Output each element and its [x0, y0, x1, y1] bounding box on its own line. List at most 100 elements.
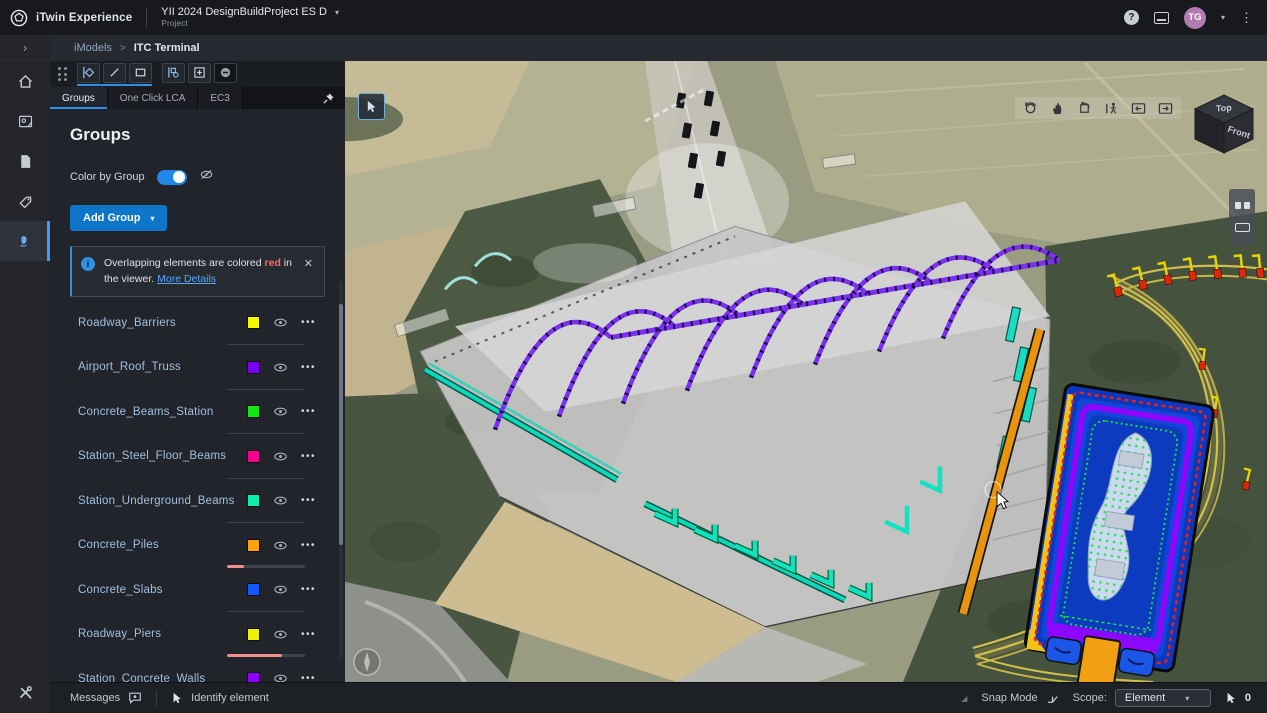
add-group-button[interactable]: Add Group ▾ [70, 205, 167, 231]
tab-groups[interactable]: Groups [50, 87, 108, 109]
more-options-icon[interactable]: ••• [301, 362, 316, 373]
group-row[interactable]: Roadway_Piers ••• [70, 612, 325, 657]
remove-from-group-tool-button[interactable] [214, 63, 237, 83]
color-by-group-toggle[interactable] [157, 170, 187, 185]
orbit-tool-button[interactable] [1023, 101, 1038, 116]
group-row[interactable]: Concrete_Piles ••• [70, 523, 325, 568]
group-color-swatch[interactable] [247, 539, 260, 552]
snap-mode-control[interactable]: Snap Mode [981, 692, 1058, 705]
group-color-swatch[interactable] [247, 672, 260, 682]
eye-icon[interactable] [273, 315, 288, 330]
fit-view-tool-button[interactable] [1077, 101, 1092, 116]
group-name: Station_Underground_Beams [78, 495, 247, 507]
viewer-canvas[interactable]: Top Front [345, 61, 1267, 682]
add-to-group-tool-button[interactable] [188, 63, 211, 83]
tools-icon [17, 684, 34, 701]
eye-icon[interactable] [273, 582, 288, 597]
group-elements-tool-button[interactable] [162, 63, 185, 83]
eye-icon[interactable] [273, 538, 288, 553]
eye-icon[interactable] [273, 404, 288, 419]
group-color-swatch[interactable] [247, 405, 260, 418]
avatar[interactable]: TG [1184, 7, 1206, 29]
more-options-icon[interactable]: ••• [301, 495, 316, 506]
add-group-caret-icon[interactable]: ▾ [150, 214, 154, 223]
breadcrumb-imodels[interactable]: iModels [74, 42, 112, 54]
group-color-swatch[interactable] [247, 494, 260, 507]
select-element-tool-button[interactable] [358, 93, 385, 120]
group-row[interactable]: Station_Steel_Floor_Beams ••• [70, 434, 325, 479]
more-options-icon[interactable]: ••• [301, 673, 316, 682]
group-color-swatch[interactable] [247, 361, 260, 374]
more-options-icon[interactable]: ••• [301, 629, 316, 640]
chevron-down-icon[interactable]: ▾ [335, 8, 339, 17]
rectangle-tool-button[interactable] [129, 63, 152, 83]
group-row[interactable]: Roadway_Barriers ••• [70, 301, 325, 346]
pan-tool-button[interactable] [1050, 101, 1065, 116]
eye-icon[interactable] [273, 627, 288, 642]
group-row[interactable]: Concrete_Slabs ••• [70, 568, 325, 613]
group-row[interactable]: Station_Concrete_Walls ••• [70, 657, 325, 682]
itwin-logo-icon [10, 9, 28, 27]
sidebar-item-carbon-reporting[interactable] [0, 221, 50, 261]
view-undo-button[interactable] [1131, 101, 1146, 116]
group-row[interactable]: Airport_Roof_Truss ••• [70, 345, 325, 390]
pin-panel-button[interactable] [322, 87, 345, 109]
help-icon[interactable]: ? [1124, 10, 1139, 25]
scrollbar-thumb[interactable] [339, 304, 343, 545]
account-chevron-icon[interactable]: ▾ [1221, 13, 1225, 22]
view-cube[interactable]: Top Front [1187, 89, 1261, 159]
eye-icon[interactable] [273, 360, 288, 375]
more-options-icon[interactable]: ••• [301, 317, 316, 328]
snap-mode-icon [1046, 692, 1059, 705]
identify-element-prompt[interactable]: Identify element [171, 692, 269, 704]
aerial-3d-scene [345, 61, 1267, 682]
more-details-link[interactable]: More Details [157, 273, 216, 285]
rail-expand-button[interactable]: › [0, 35, 50, 61]
view-redo-button[interactable] [1158, 101, 1173, 116]
cube-top-label[interactable]: Top [1216, 102, 1233, 113]
group-row[interactable]: Station_Underground_Beams ••• [70, 479, 325, 524]
layers-icon[interactable] [1235, 202, 1250, 209]
color-by-group-label: Color by Group [70, 171, 145, 183]
selection-cursor-icon [1225, 692, 1237, 704]
eye-icon[interactable] [273, 671, 288, 682]
more-options-icon[interactable]: ••• [301, 406, 316, 417]
group-color-swatch[interactable] [247, 450, 260, 463]
more-options-icon[interactable]: ••• [301, 540, 316, 551]
groups-panel: Groups One Click LCA EC3 Groups [50, 61, 345, 682]
sidebar-item-documents[interactable] [0, 141, 50, 181]
eye-icon[interactable] [273, 449, 288, 464]
app-logo[interactable]: iTwin Experience [10, 9, 132, 27]
group-color-swatch[interactable] [247, 583, 260, 596]
sidebar-item-map[interactable] [0, 101, 50, 141]
scope-select[interactable]: Element ▾ [1115, 689, 1211, 707]
selection-counter: 0 [1225, 692, 1251, 704]
group-row[interactable]: Concrete_Beams_Station ••• [70, 390, 325, 435]
messages-button[interactable]: Messages [70, 691, 142, 705]
hide-all-icon[interactable] [199, 167, 214, 187]
sidebar-item-home[interactable] [0, 61, 50, 101]
select-shape-tool-button[interactable] [77, 63, 100, 83]
more-options-icon[interactable]: ••• [301, 584, 316, 595]
eye-icon[interactable] [273, 493, 288, 508]
footprint-icon [15, 233, 32, 250]
drag-handle-icon[interactable] [58, 67, 67, 81]
tab-ec3[interactable]: EC3 [198, 87, 242, 109]
walk-tool-button[interactable] [1104, 101, 1119, 116]
statusbar-expander-icon[interactable]: ◢ [961, 694, 967, 703]
sidebar-item-tag[interactable] [0, 181, 50, 221]
group-color-swatch[interactable] [247, 628, 260, 641]
more-options-icon[interactable]: ••• [301, 451, 316, 462]
project-switcher[interactable]: YII 2024 DesignBuildProject ES D ▾ Proje… [161, 6, 339, 28]
sidebar-item-tools[interactable] [0, 671, 50, 713]
panel-toggle-icon[interactable] [1235, 223, 1250, 232]
group-color-swatch[interactable] [247, 316, 260, 329]
compass-widget[interactable] [354, 649, 380, 675]
tab-one-click-lca[interactable]: One Click LCA [108, 87, 199, 109]
line-icon [108, 66, 121, 79]
more-menu-icon[interactable]: ⋮ [1240, 10, 1253, 26]
banner-close-icon[interactable]: ✕ [302, 255, 315, 272]
notifications-panel-icon[interactable] [1154, 12, 1169, 24]
line-tool-button[interactable] [103, 63, 126, 83]
panel-scrollbar[interactable] [339, 281, 343, 658]
